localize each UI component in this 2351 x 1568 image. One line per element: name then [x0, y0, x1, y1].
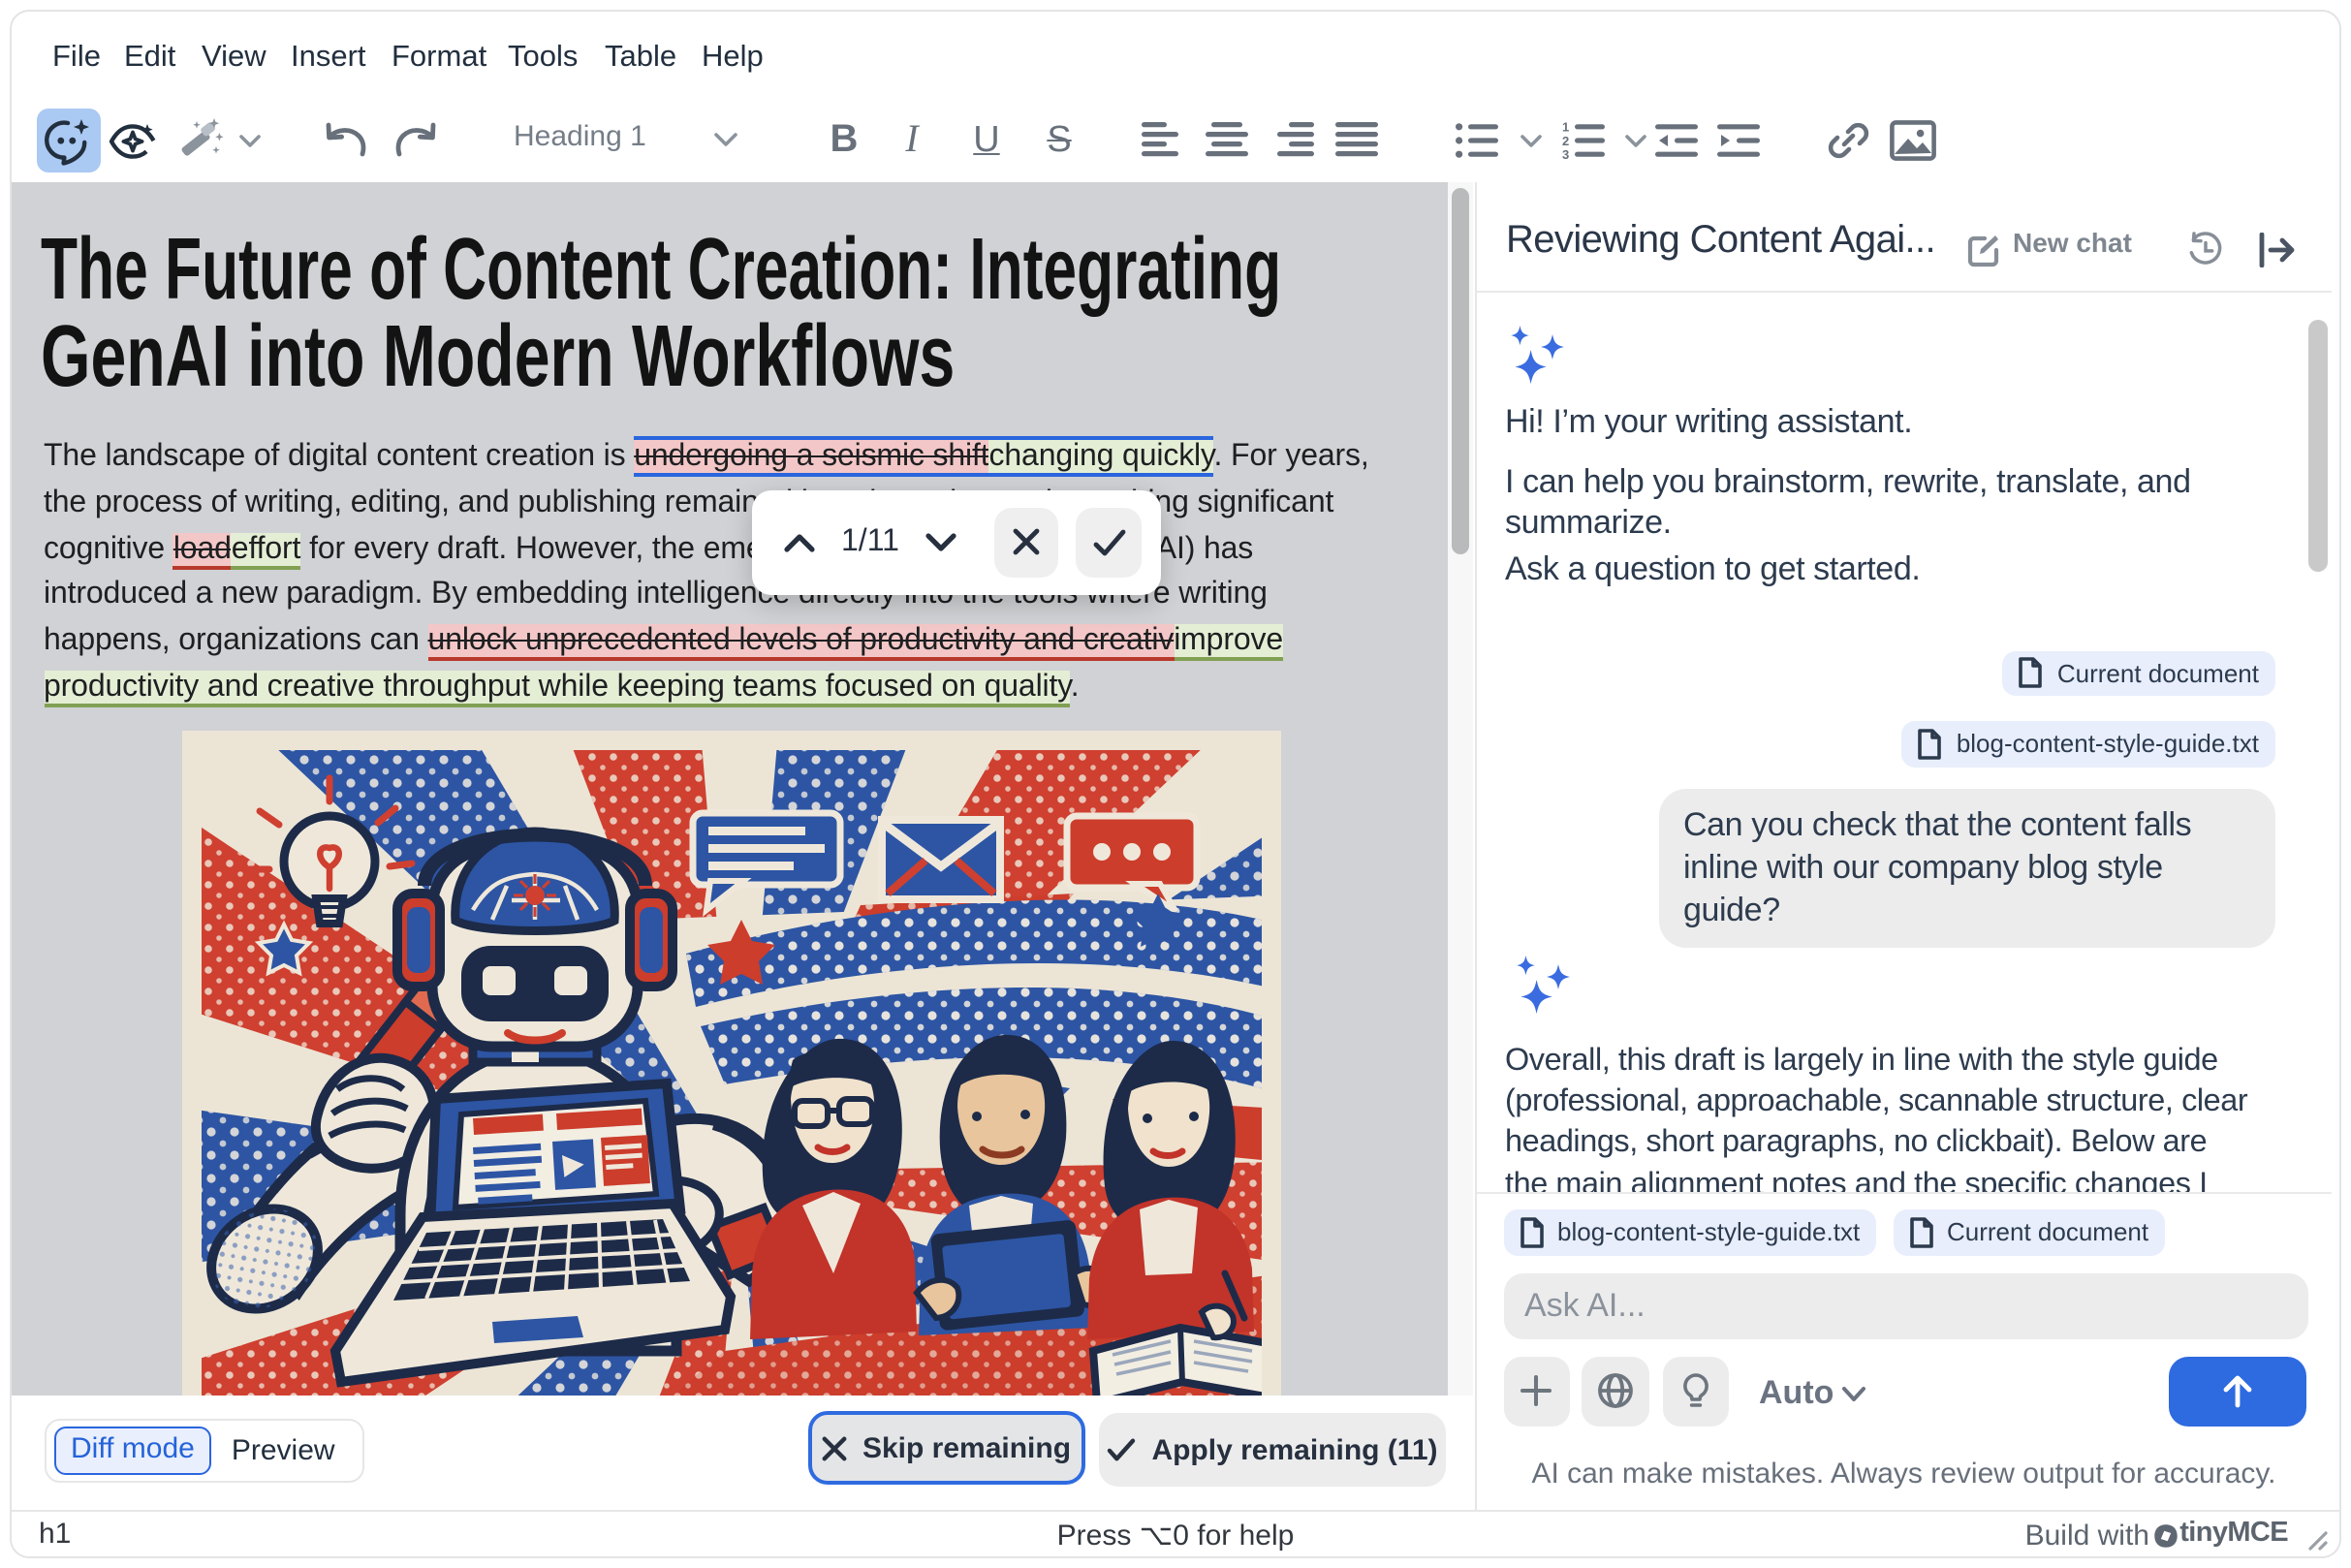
svg-text:1: 1 [1561, 122, 1568, 135]
svg-text:2: 2 [1561, 134, 1568, 148]
svg-text:3: 3 [1561, 147, 1568, 159]
